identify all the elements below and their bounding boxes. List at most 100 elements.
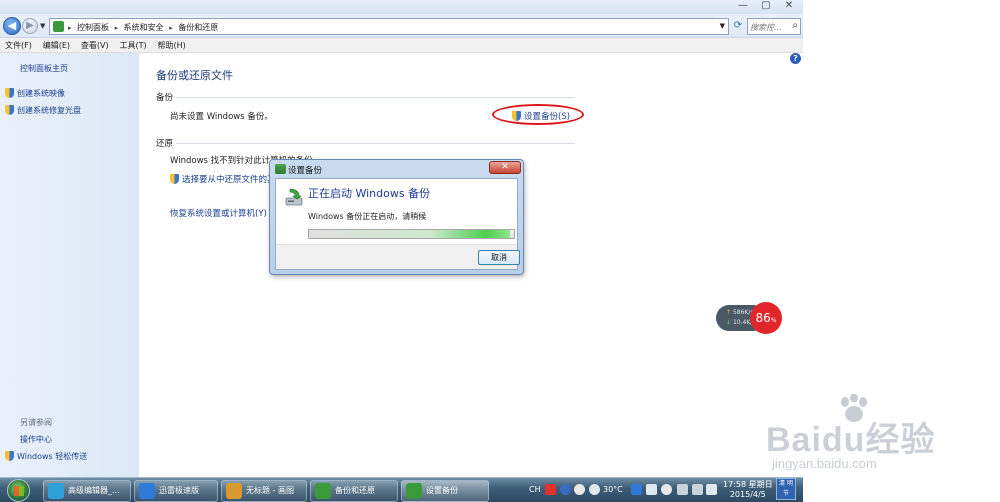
desktop-screen: — ▢ ✕ ◀ ▶ ▼ ▸ 控制面板 ▸ 系统和安全 ▸ 备份和还原 ▼ ⟳ ⌕… [0,0,1000,502]
action-center-link[interactable]: 操作中心 [20,434,52,445]
ie-icon [48,483,64,499]
refresh-icon[interactable]: ⟳ [731,19,745,33]
backup-drive-icon [285,188,303,206]
taskbar-item-setup-backup[interactable]: 设置备份 [401,480,489,502]
baidu-watermark: Baidu经验 jingyan.baidu.com [766,394,966,484]
breadcrumb-separator-icon[interactable]: ▸ [68,24,72,32]
breadcrumb-system-security[interactable]: 系统和安全 [124,23,164,32]
watermark-logo-text: Baidu经验 [766,421,936,459]
safety-icon[interactable] [646,484,657,495]
forward-button[interactable]: ▶ [22,18,38,34]
backup-progress-bar [308,229,515,239]
volume-icon[interactable] [706,484,717,495]
backup-icon [315,483,331,499]
breadcrumb-backup-restore[interactable]: 备份和还原 [178,23,218,32]
cancel-button[interactable]: 取消 [478,250,520,265]
easy-transfer-link[interactable]: Windows 轻松传送 [5,451,87,462]
qq-icon[interactable] [560,484,571,495]
taskbar-item-label: 高级编辑器_... [68,486,120,495]
dialog-close-button[interactable]: ✕ [489,161,521,174]
upload-arrow-icon: ↑ [726,309,732,316]
control-panel-home-link[interactable]: 控制面板主页 [20,63,68,74]
uac-shield-icon [5,88,14,98]
dialog-message: Windows 备份正在启动，请稍候 [308,212,427,221]
breadcrumb: ▸ 控制面板 ▸ 系统和安全 ▸ 备份和还原 [68,22,221,33]
clock-time: 17:58 星期日 [723,480,773,489]
recent-pages-dropdown-icon[interactable]: ▼ [40,22,45,30]
clock-date: 2015/4/5 [729,490,766,499]
xunlei-icon [139,483,155,499]
uac-shield-icon [5,451,14,461]
memory-usage-badge[interactable]: 86% [750,302,782,334]
taskbar-item-xunlei[interactable]: 迅雷极速版 [134,480,218,502]
memory-percent-unit: % [770,317,777,324]
close-button[interactable]: ✕ [778,0,800,14]
create-repair-disc-label: 创建系统修复光盘 [17,106,81,115]
minimize-button[interactable]: — [732,0,754,14]
taskbar-item-editor[interactable]: 高级编辑器_... [43,480,131,502]
section-divider [176,143,575,144]
search-icon[interactable]: ⌕ [792,20,798,31]
help-icon[interactable] [574,484,585,495]
memory-percent: 86 [755,311,771,325]
sogou-ime-icon[interactable] [545,484,556,495]
taskbar-item-backup-restore[interactable]: 备份和还原 [310,480,398,502]
see-also-heading: 另请参阅 [20,418,52,427]
window-title-bar[interactable]: — ▢ ✕ [0,0,803,14]
create-system-image-link[interactable]: 创建系统映像 [5,88,65,99]
easy-transfer-label: Windows 轻松传送 [17,452,88,461]
search-input[interactable] [750,21,788,33]
windows-logo-icon [7,479,30,502]
menu-view[interactable]: 查看(V) [76,38,112,51]
page-title: 备份或还原文件 [156,69,233,82]
breadcrumb-separator-icon[interactable]: ▸ [115,24,119,32]
setup-backup-dialog: 设置备份 ✕ 正在启动 Windows 备份 Windows 备份正在启动，请稍… [269,159,524,275]
taskbar-item-paint[interactable]: 无标题 - 画图 [221,480,307,502]
action-icon[interactable] [631,484,642,495]
search-box[interactable]: ⌕ [747,18,801,35]
taskbar-item-label: 迅雷极速版 [159,486,199,495]
address-dropdown-icon[interactable]: ▼ [720,22,725,30]
create-repair-disc-link[interactable]: 创建系统修复光盘 [5,105,81,116]
taskbar-item-label: 设置备份 [426,486,458,495]
menu-tools[interactable]: 工具(T) [114,38,149,51]
dialog-footer: 取消 [276,244,520,269]
weather-cloud-icon[interactable] [589,484,600,495]
uac-shield-icon [170,174,179,184]
menu-file[interactable]: 文件(F) [0,38,35,51]
backup-status-text: 尚未设置 Windows 备份。 [170,112,273,122]
paint-icon [226,483,242,499]
globe-icon[interactable] [661,484,672,495]
uac-shield-icon [5,105,14,115]
start-button[interactable] [4,478,32,502]
breadcrumb-separator-icon[interactable]: ▸ [169,24,173,32]
create-system-image-label: 创建系统映像 [17,89,65,98]
upload-speed-value: 586 [732,309,745,316]
menu-edit[interactable]: 编辑(E) [38,38,73,51]
backup-icon [406,483,422,499]
maximize-button[interactable]: ▢ [755,0,777,14]
restore-section-heading: 还原 [156,139,174,149]
backup-icon [275,164,286,174]
menu-help[interactable]: 帮助(H) [153,38,189,51]
highlight-ellipse [492,104,584,125]
calendar-festival-badge[interactable]: 清 明节 [776,478,796,500]
flag-icon[interactable] [692,484,703,495]
recover-system-link[interactable]: 恢复系统设置或计算机(Y) [170,207,267,219]
help-icon[interactable]: ? [790,53,801,64]
control-panel-icon [53,21,64,32]
taskbar: 高级编辑器_... 迅雷极速版 无标题 - 画图 备份和还原 设置备份 CH 3… [0,477,803,502]
address-bar[interactable]: ▸ 控制面板 ▸ 系统和安全 ▸ 备份和还原 ▼ [49,18,729,35]
progress-fill [309,230,510,238]
temperature[interactable]: 30°C [603,485,623,494]
address-toolbar: ◀ ▶ ▼ ▸ 控制面板 ▸ 系统和安全 ▸ 备份和还原 ▼ ⟳ ⌕ [0,14,803,38]
clock[interactable]: 17:58 星期日 2015/4/5 [723,480,773,500]
back-button[interactable]: ◀ [3,17,21,35]
breadcrumb-control-panel[interactable]: 控制面板 [77,23,109,32]
network-icon[interactable] [677,484,688,495]
dialog-title: 设置备份 [288,166,323,176]
backup-section-heading: 备份 [156,93,174,103]
ime-indicator[interactable]: CH [529,485,541,494]
dialog-heading: 正在启动 Windows 备份 [308,187,431,200]
system-tray: CH 30°C 17:58 星期日 2015/4/5 [525,478,803,502]
